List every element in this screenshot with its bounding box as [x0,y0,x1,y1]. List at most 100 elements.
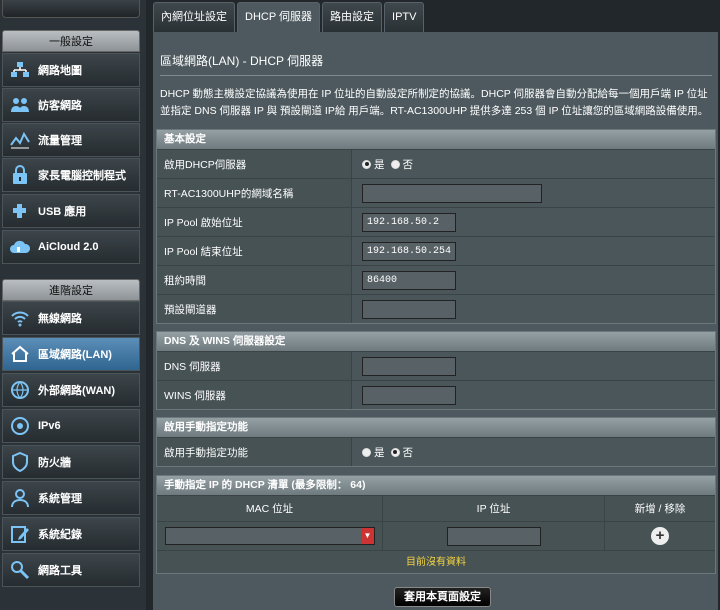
radio-checked-icon [390,447,400,457]
sidebar: 一般設定 網路地圖 訪客網路 流量管理 家長電腦控制程式 USB 應用 AiCl [0,0,146,610]
page-title: 區域網路(LAN) - DHCP 伺服器 [160,54,324,68]
sidebar-item-wireless[interactable]: 無線網路 [2,301,140,335]
firewall-icon [9,451,31,473]
enable-dhcp-yes-radio[interactable]: 是 [362,157,385,172]
radio-label: 否 [402,158,414,171]
manual-assignment-header: 啟用手動指定功能 [157,418,715,437]
manual-assignment-yes-radio[interactable]: 是 [362,445,385,460]
sidebar-item-label: 系統管理 [38,493,82,505]
ipv6-icon [9,415,31,437]
manual-assignment-label: 啟用手動指定功能 [157,438,352,466]
wan-icon [9,379,31,401]
dns-wins-section: DNS 及 WINS 伺服器設定 DNS 伺服器 WINS 伺服器 [156,331,716,410]
ip-cell [383,522,605,550]
lease-time-label: 租約時間 [157,266,352,294]
tab-lan-ip[interactable]: 內網位址設定 [153,2,235,32]
main-panel: 區域網路(LAN) - DHCP 伺服器 DHCP 動態主機設定協議為使用在 I… [153,32,718,610]
dns-wins-header: DNS 及 WINS 伺服器設定 [157,332,715,351]
dns-server-input[interactable] [362,356,456,376]
sidebar-item-aicloud[interactable]: AiCloud 2.0 [2,230,140,264]
radio-unchecked-icon [390,159,400,169]
action-cell: + [605,522,715,550]
sidebar-item-label: AiCloud 2.0 [38,241,99,253]
domain-name-label: RT-AC1300UHP的網域名稱 [157,179,352,207]
sidebar-item-network-tools[interactable]: 網路工具 [2,553,140,587]
network-map-icon [9,59,31,81]
sidebar-item-label: 外部網路(WAN) [38,385,115,397]
sidebar-item-firewall[interactable]: 防火牆 [2,445,140,479]
tab-route[interactable]: 路由設定 [322,2,383,32]
general-settings-header: 一般設定 [2,30,140,52]
sidebar-top-button[interactable] [2,0,140,18]
dropdown-arrow-icon[interactable]: ▼ [361,528,374,544]
manual-assignment-section: 啟用手動指定功能 啟用手動指定功能 是 否 [156,417,716,467]
mac-address-combobox[interactable]: ▼ [164,527,375,545]
sidebar-item-traffic-manager[interactable]: 流量管理 [2,123,140,157]
lan-icon [9,343,31,365]
add-icon[interactable]: + [651,527,669,545]
tab-bar: 內網位址設定 DHCP 伺服器 路由設定 IPTV [153,2,426,32]
pool-end-row: IP Pool 結束位址 192.168.50.254 [157,236,715,265]
pool-start-input[interactable]: 192.168.50.2 [362,212,456,232]
sidebar-item-lan[interactable]: 區域網路(LAN) [2,337,140,371]
sidebar-item-administration[interactable]: 系統管理 [2,481,140,515]
sidebar-item-usb-application[interactable]: USB 應用 [2,194,140,228]
apply-button[interactable]: 套用本頁面設定 [394,587,491,607]
column-action: 新增 / 移除 [634,502,686,515]
guest-network-icon [9,94,31,116]
pool-end-input[interactable]: 192.168.50.254 [362,241,456,261]
manual-assignment-no-radio[interactable]: 否 [390,445,414,460]
basic-settings-section: 基本設定 啟用DHCP伺服器 是 否 RT-AC1300UHP的網域名稱 IP … [156,129,716,324]
dns-server-row: DNS 伺服器 [157,351,715,380]
lease-time-input[interactable]: 86400 [362,270,456,290]
parental-control-icon [9,164,31,186]
radio-label: 是 [374,158,385,171]
network-tools-icon [9,559,31,581]
sidebar-item-ipv6[interactable]: IPv6 [2,409,140,443]
column-ip: IP 位址 [383,496,605,521]
default-gateway-input[interactable] [362,299,456,319]
dhcp-list-header: 手動指定 IP 的 DHCP 清單 (最多限制： 64) [157,476,715,495]
wireless-icon [9,307,31,329]
usb-application-icon [9,200,31,222]
title-divider [160,75,712,76]
traffic-manager-icon [9,129,31,151]
dhcp-list-section: 手動指定 IP 的 DHCP 清單 (最多限制： 64) MAC 位址 IP 位… [156,475,716,574]
dns-server-label: DNS 伺服器 [157,352,352,380]
sidebar-item-label: 流量管理 [38,135,82,147]
administration-icon [9,487,31,509]
sidebar-item-label: 網路地圖 [38,65,82,77]
tab-dhcp-server[interactable]: DHCP 伺服器 [237,2,321,32]
wins-server-label: WINS 伺服器 [157,381,352,409]
sidebar-item-label: 家長電腦控制程式 [38,170,126,182]
dhcp-list-columns: MAC 位址 IP 位址 新增 / 移除 [157,495,715,521]
pool-start-label: IP Pool 啟始位址 [157,208,352,236]
wins-server-input[interactable] [362,385,456,405]
sidebar-item-wan[interactable]: 外部網路(WAN) [2,373,140,407]
domain-name-input[interactable] [362,183,542,203]
radio-label: 否 [402,446,414,459]
enable-dhcp-no-radio[interactable]: 否 [390,157,414,172]
mac-cell: ▼ [157,522,383,550]
tab-iptv[interactable]: IPTV [384,2,425,32]
page-description: DHCP 動態主機設定協議為使用在 IP 位址的自動設定所制定的協議。DHCP … [160,88,709,117]
domain-name-row: RT-AC1300UHP的網域名稱 [157,178,715,207]
sidebar-item-system-log[interactable]: 系統紀錄 [2,517,140,551]
system-log-icon [9,523,31,545]
lease-time-row: 租約時間 86400 [157,265,715,294]
pool-start-row: IP Pool 啟始位址 192.168.50.2 [157,207,715,236]
enable-dhcp-row: 啟用DHCP伺服器 是 否 [157,149,715,178]
sidebar-item-label: 區域網路(LAN) [38,349,112,361]
pool-end-label: IP Pool 結束位址 [157,237,352,265]
advanced-settings-header: 進階設定 [2,279,140,301]
sidebar-item-label: 訪客網路 [38,100,82,112]
basic-settings-header: 基本設定 [157,130,715,149]
sidebar-item-label: 無線網路 [38,313,82,325]
sidebar-item-parental-control[interactable]: 家長電腦控制程式 [2,158,140,192]
sidebar-item-network-map[interactable]: 網路地圖 [2,53,140,87]
aicloud-icon [9,236,31,258]
sidebar-item-guest-network[interactable]: 訪客網路 [2,88,140,122]
sidebar-item-label: 防火牆 [38,457,71,469]
manual-assignment-row: 啟用手動指定功能 是 否 [157,437,715,466]
ip-address-input[interactable] [446,526,541,546]
